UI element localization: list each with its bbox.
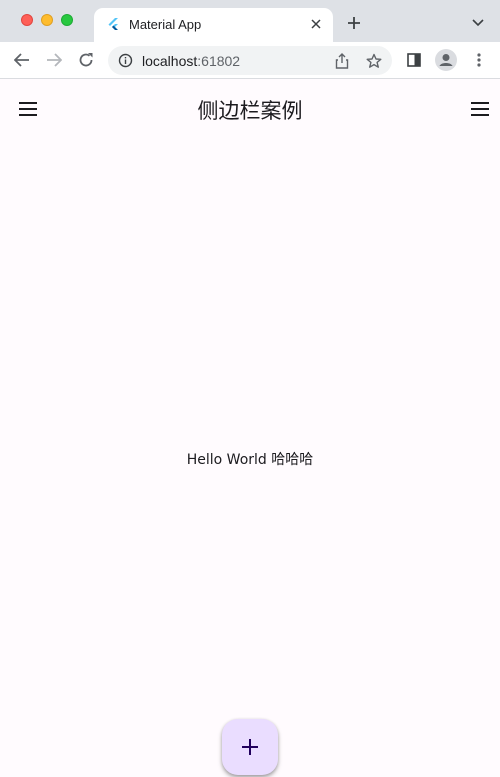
new-tab-icon[interactable] [344, 13, 364, 33]
side-panel-icon[interactable] [404, 50, 424, 70]
reload-icon[interactable] [76, 50, 96, 70]
tab-search-chevron-icon[interactable] [469, 14, 487, 32]
center-text: Hello World 哈哈哈 [186, 452, 314, 468]
app-viewport: 侧边栏案例 Hello World 哈哈哈 [0, 79, 500, 777]
app-bar: 侧边栏案例 [0, 79, 500, 137]
end-drawer-menu-icon[interactable] [468, 97, 492, 121]
profile-avatar-icon[interactable] [435, 49, 457, 71]
share-icon[interactable] [334, 53, 350, 69]
browser-tab-strip: Material App [0, 0, 500, 42]
url-host: localhost [142, 53, 198, 69]
forward-arrow-icon[interactable] [44, 50, 64, 70]
bookmark-star-icon[interactable] [366, 53, 382, 69]
browser-tab-active[interactable]: Material App [94, 8, 333, 42]
url-text: localhost:61802 [142, 53, 240, 69]
app-title: 侧边栏案例 [197, 99, 303, 123]
window-maximize-button[interactable] [61, 14, 73, 26]
add-icon [242, 739, 258, 755]
flutter-icon [108, 18, 118, 30]
window-minimize-button[interactable] [41, 14, 53, 26]
tab-close-icon[interactable] [307, 15, 325, 33]
add-fab-button[interactable] [222, 719, 278, 775]
site-info-icon[interactable] [118, 53, 133, 68]
window-close-button[interactable] [21, 14, 33, 26]
tab-title: Material App [129, 17, 202, 32]
url-port: :61802 [197, 53, 241, 69]
browser-menu-kebab-icon[interactable] [469, 50, 489, 70]
address-bar[interactable]: localhost:61802 [108, 46, 392, 75]
back-arrow-icon[interactable] [12, 50, 32, 70]
browser-toolbar: localhost:61802 [0, 42, 500, 79]
